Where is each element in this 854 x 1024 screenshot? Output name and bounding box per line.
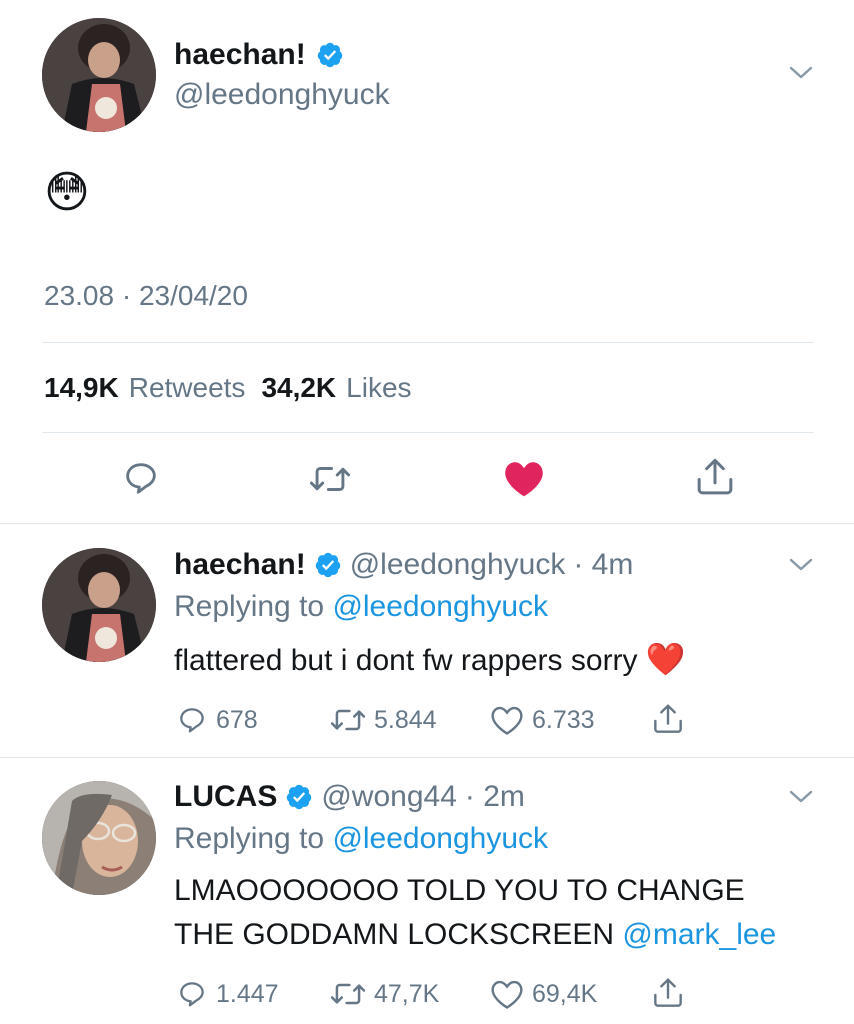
- reply-button[interactable]: 678: [176, 704, 258, 736]
- engagement-stats: 14,9K Retweets 34,2K Likes: [44, 372, 412, 404]
- retweet-count: 5.844: [374, 705, 437, 734]
- reply-button[interactable]: 1.447: [176, 978, 279, 1010]
- likes-label[interactable]: Likes: [346, 372, 411, 404]
- reply-text: flattered but i dont fw rappers sorry ❤️: [174, 640, 686, 678]
- replying-to-handle[interactable]: @leedonghyuck: [332, 822, 548, 855]
- display-name[interactable]: LUCAS: [174, 780, 277, 814]
- verified-badge-icon: [317, 42, 342, 68]
- handle[interactable]: @wong44: [321, 780, 457, 814]
- heart-icon: [491, 980, 523, 1009]
- divider: [42, 342, 814, 343]
- like-button[interactable]: 69,4K: [490, 978, 597, 1010]
- retweet-icon: [330, 983, 366, 1005]
- replying-to-label: Replying to: [174, 590, 325, 623]
- like-count: 6.733: [532, 705, 595, 734]
- reply-time: · 4m: [573, 548, 634, 581]
- reply-count: 1.447: [216, 979, 279, 1008]
- handle[interactable]: @leedonghyuck: [174, 78, 390, 112]
- share-icon[interactable]: [652, 702, 684, 736]
- share-icon[interactable]: [695, 456, 735, 498]
- reply-text-body: THE GODDAMN LOCKSCREEN: [174, 918, 615, 951]
- reply-header: LUCAS @wong44 · 2m: [174, 778, 525, 816]
- avatar-image: [42, 781, 156, 895]
- retweets-count[interactable]: 14,9K: [44, 372, 119, 404]
- avatar[interactable]: [42, 548, 156, 662]
- likes-count[interactable]: 34,2K: [261, 372, 336, 404]
- replying-to-label: Replying to: [174, 822, 325, 855]
- replying-to: Replying to @leedonghyuck: [174, 822, 548, 856]
- retweet-button[interactable]: 5.844: [330, 704, 437, 736]
- chevron-down-icon[interactable]: [788, 556, 814, 574]
- replying-to: Replying to @leedonghyuck: [174, 590, 548, 624]
- divider: [0, 523, 854, 524]
- reply-header: haechan! @leedonghyuck · 4m: [174, 546, 633, 584]
- reply-icon: [180, 708, 204, 733]
- heart-emoji: ❤️: [645, 641, 686, 677]
- display-name[interactable]: haechan!: [174, 548, 306, 582]
- replying-to-handle[interactable]: @leedonghyuck: [332, 590, 548, 623]
- reply-text-body: flattered but i dont fw rappers sorry: [174, 644, 638, 677]
- reply-count: 678: [216, 705, 258, 734]
- divider: [42, 432, 814, 433]
- avatar-image: [42, 18, 156, 132]
- tweet-emoji: 😳: [44, 168, 90, 217]
- like-count: 69,4K: [532, 979, 598, 1008]
- reply-text-line-2: THE GODDAMN LOCKSCREEN @mark_lee: [174, 918, 776, 952]
- retweet-icon[interactable]: [309, 460, 351, 498]
- heart-icon[interactable]: [503, 458, 545, 498]
- reply-icon[interactable]: [121, 458, 161, 498]
- display-name[interactable]: haechan!: [174, 38, 306, 72]
- avatar-image: [42, 548, 156, 662]
- retweet-count: 47,7K: [374, 979, 440, 1008]
- divider: [0, 757, 854, 758]
- verified-badge-icon: [287, 784, 312, 810]
- heart-icon: [491, 706, 523, 735]
- retweets-label[interactable]: Retweets: [129, 372, 246, 404]
- avatar[interactable]: [42, 18, 156, 132]
- retweet-button[interactable]: 47,7K: [330, 978, 439, 1010]
- timestamp[interactable]: 23.08 · 23/04/20: [44, 280, 248, 312]
- verified-badge-icon: [315, 552, 340, 578]
- share-icon[interactable]: [652, 976, 684, 1010]
- handle[interactable]: @leedonghyuck: [350, 548, 566, 582]
- avatar[interactable]: [42, 781, 156, 895]
- reply-icon: [180, 982, 204, 1007]
- reply-text-line-1: LMAOOOOOOO TOLD YOU TO CHANGE: [174, 874, 745, 907]
- like-button[interactable]: 6.733: [490, 704, 595, 736]
- mention-link[interactable]: @mark_lee: [622, 918, 776, 951]
- retweet-icon: [330, 709, 366, 731]
- reply-time: · 2m: [464, 780, 525, 813]
- chevron-down-icon[interactable]: [788, 788, 814, 806]
- chevron-down-icon[interactable]: [788, 64, 814, 82]
